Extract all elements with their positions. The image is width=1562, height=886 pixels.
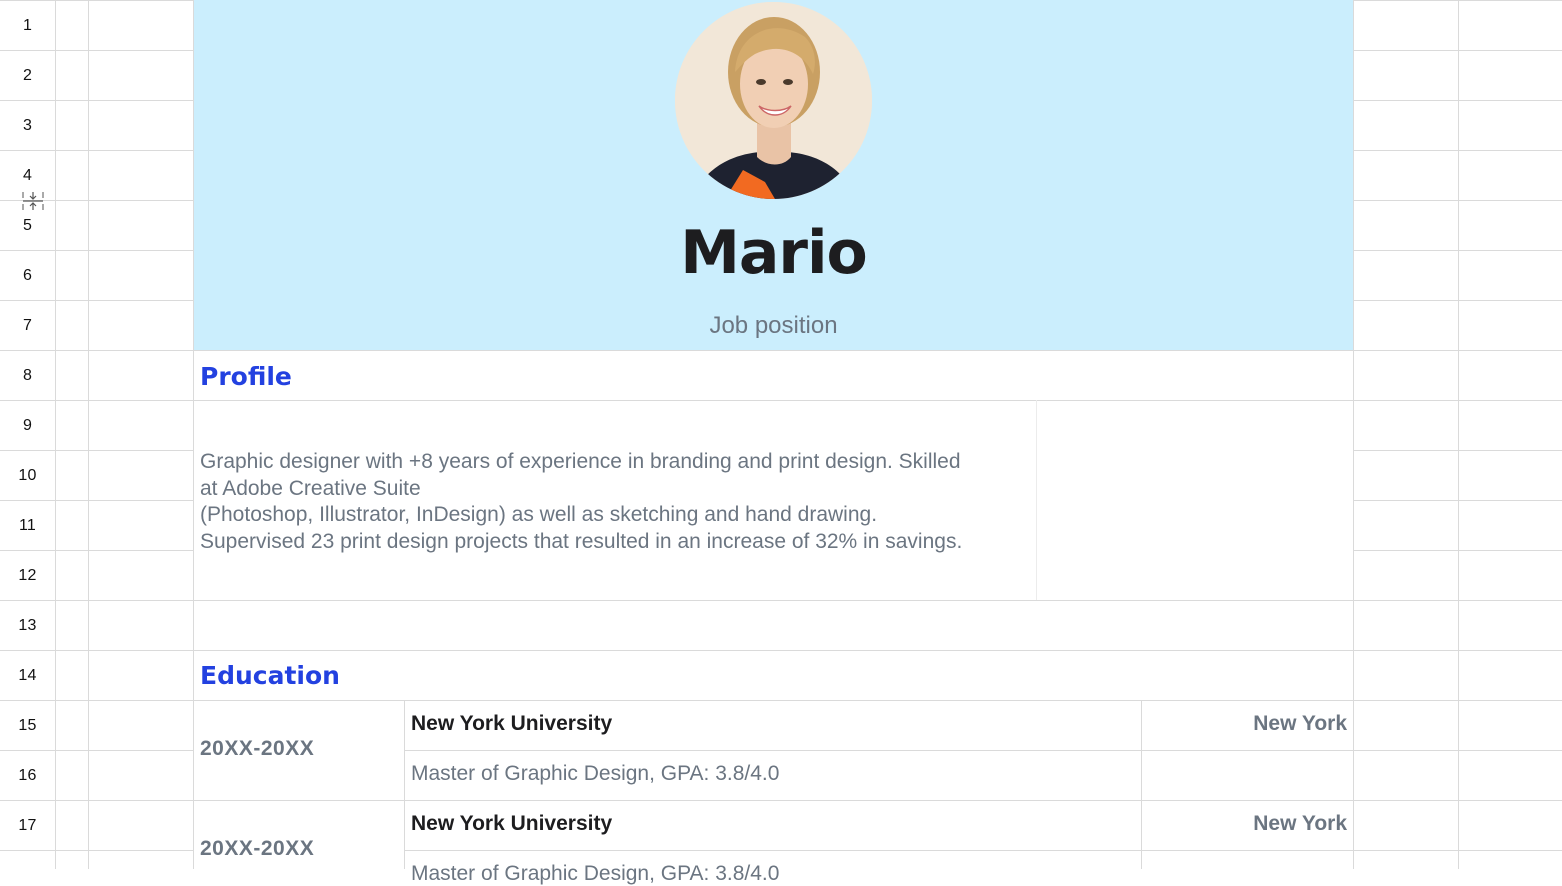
education-heading[interactable]: Education bbox=[200, 661, 340, 690]
cell-border bbox=[193, 400, 1354, 401]
cell-border bbox=[1353, 350, 1354, 869]
column-gridline bbox=[88, 0, 89, 869]
row-header[interactable]: 14 bbox=[0, 651, 55, 701]
cell-border bbox=[404, 850, 1354, 851]
education-school[interactable]: New York University bbox=[411, 812, 612, 836]
cell-border bbox=[193, 350, 194, 869]
row-header[interactable]: 12 bbox=[0, 551, 55, 601]
row-header[interactable]: 13 bbox=[0, 601, 55, 651]
column-gridline bbox=[1458, 0, 1459, 869]
profile-photo[interactable] bbox=[675, 2, 872, 199]
row-header[interactable]: 17 bbox=[0, 801, 55, 851]
education-city[interactable]: New York bbox=[1253, 712, 1347, 736]
profile-line: (Photoshop, Illustrator, InDesign) as we… bbox=[200, 503, 878, 526]
row-header[interactable]: 16 bbox=[0, 751, 55, 801]
row-header[interactable]: 11 bbox=[0, 501, 55, 551]
profile-line: at Adobe Creative Suite bbox=[200, 476, 421, 500]
education-years[interactable]: 20XX-20XX bbox=[200, 737, 314, 761]
row-header[interactable]: 10 bbox=[0, 451, 55, 501]
row-header[interactable]: 2 bbox=[0, 51, 55, 101]
profile-line: Graphic designer with +8 years of experi… bbox=[200, 450, 961, 473]
row-header[interactable]: 6 bbox=[0, 251, 55, 301]
cell-border bbox=[193, 600, 1354, 601]
profile-line: Supervised 23 print design projects that… bbox=[200, 529, 963, 553]
row-header[interactable]: 8 bbox=[0, 351, 55, 401]
row-header[interactable]: 7 bbox=[0, 301, 55, 351]
resume-body bbox=[194, 351, 1353, 869]
education-city[interactable]: New York bbox=[1253, 812, 1347, 836]
row-header[interactable]: 3 bbox=[0, 101, 55, 151]
profile-summary[interactable]: Graphic designer with +8 years of experi… bbox=[200, 449, 1035, 555]
job-position[interactable]: Job position bbox=[194, 312, 1353, 340]
cell-border bbox=[404, 750, 1354, 751]
cell-border bbox=[404, 700, 405, 869]
cell-border bbox=[1141, 700, 1142, 869]
education-degree[interactable]: Master of Graphic Design, GPA: 3.8/4.0 bbox=[411, 762, 779, 786]
education-degree[interactable]: Master of Graphic Design, GPA: 3.8/4.0 bbox=[411, 862, 779, 886]
profile-heading[interactable]: Profile bbox=[200, 362, 292, 391]
cell-border bbox=[193, 700, 1354, 701]
cell-border bbox=[193, 800, 1354, 801]
row-header[interactable]: 1 bbox=[0, 1, 55, 51]
row-header[interactable]: 15 bbox=[0, 701, 55, 751]
person-name[interactable]: Mario bbox=[194, 218, 1353, 288]
column-gridline bbox=[55, 0, 56, 869]
education-school[interactable]: New York University bbox=[411, 712, 612, 736]
row-header[interactable]: 9 bbox=[0, 401, 55, 451]
person-photo-icon bbox=[675, 2, 872, 199]
cell-border bbox=[193, 650, 1354, 651]
education-years[interactable]: 20XX-20XX bbox=[200, 837, 314, 861]
cell-border bbox=[1036, 400, 1037, 600]
row-resize-icon[interactable] bbox=[22, 190, 44, 212]
